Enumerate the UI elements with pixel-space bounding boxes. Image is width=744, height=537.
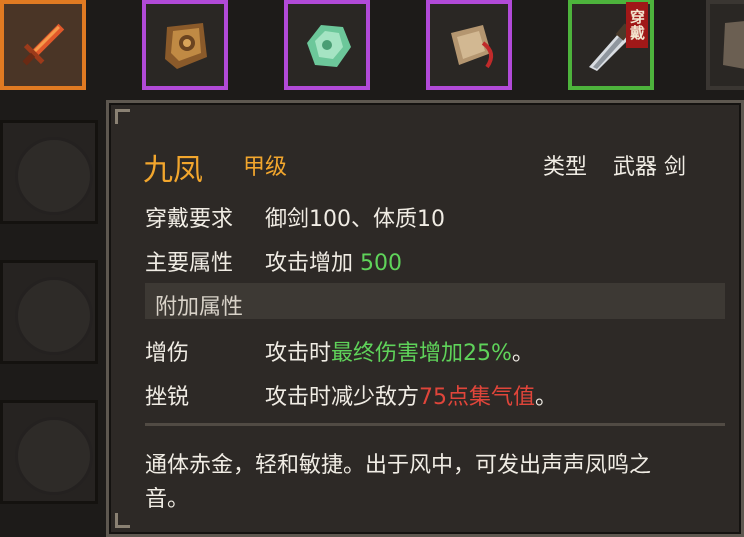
- inventory-slot-empty-3[interactable]: [0, 400, 98, 504]
- extra-attr-label-1: 挫锐: [145, 385, 190, 410]
- item-tooltip: 九凤 甲级 类型 武器 剑 穿戴要求 御剑100、体质10 主要属性 攻击增加 …: [106, 100, 744, 537]
- main-attr-name: 攻击增加: [265, 251, 354, 276]
- inventory-slot-partial[interactable]: [706, 0, 744, 90]
- extra-attr-label-0: 增伤: [145, 341, 190, 366]
- corner-ornament: [115, 109, 130, 124]
- inventory-slot-sword[interactable]: [0, 0, 86, 90]
- empty-slot-ring: [15, 417, 93, 495]
- sword-icon: [22, 23, 65, 66]
- extra-attr-highlight: 最终伤害增加25%: [331, 341, 512, 366]
- item-description-line2: 音。: [145, 487, 190, 512]
- extra-attr-highlight: 75点集气值: [419, 385, 536, 410]
- item-type-label: 类型: [543, 155, 588, 180]
- pouch-icon: [451, 25, 494, 69]
- equipped-tag: 穿戴: [626, 2, 648, 48]
- main-attr-label: 主要属性: [145, 251, 234, 276]
- inventory-slot-jade[interactable]: [284, 0, 370, 90]
- extra-attr-suffix: 。: [535, 385, 558, 410]
- item-grade: 甲级: [243, 155, 288, 180]
- inventory-slot-dagger[interactable]: 穿戴: [568, 0, 654, 90]
- item-name: 九凤: [143, 153, 203, 188]
- divider: [145, 423, 725, 426]
- empty-slot-ring: [15, 137, 93, 215]
- leather-armor-icon: [165, 23, 207, 69]
- inventory-slot-armor[interactable]: [142, 0, 228, 90]
- item-description-line1: 通体赤金，轻和敏捷。出于风中，可发出声声凤鸣之: [145, 453, 652, 478]
- extra-attr-suffix: 。: [511, 341, 534, 366]
- main-attr-value: 500: [360, 251, 403, 276]
- extra-attr-text-1: 攻击时减少敌方75点集气值。: [265, 379, 557, 411]
- jade-stone-icon: [307, 25, 351, 67]
- requirement-value: 御剑100、体质10: [265, 207, 445, 232]
- inventory-slot-empty-1[interactable]: [0, 120, 98, 224]
- corner-ornament: [115, 513, 130, 528]
- empty-slot-ring: [15, 277, 93, 355]
- inventory-slot-pouch[interactable]: [426, 0, 512, 90]
- requirement-label: 穿戴要求: [145, 207, 234, 232]
- extra-attr-text-0: 攻击时最终伤害增加25%。: [265, 335, 534, 367]
- item-type-value: 武器 剑: [613, 155, 686, 180]
- inventory-slot-empty-2[interactable]: [0, 260, 98, 364]
- extra-attr-prefix: 攻击时: [265, 341, 332, 366]
- extra-attr-header: 附加属性: [155, 295, 244, 320]
- main-attr-text: 攻击增加 500: [265, 245, 402, 277]
- armor-icon: [723, 21, 744, 69]
- extra-attr-prefix: 攻击时减少敌方: [265, 385, 420, 410]
